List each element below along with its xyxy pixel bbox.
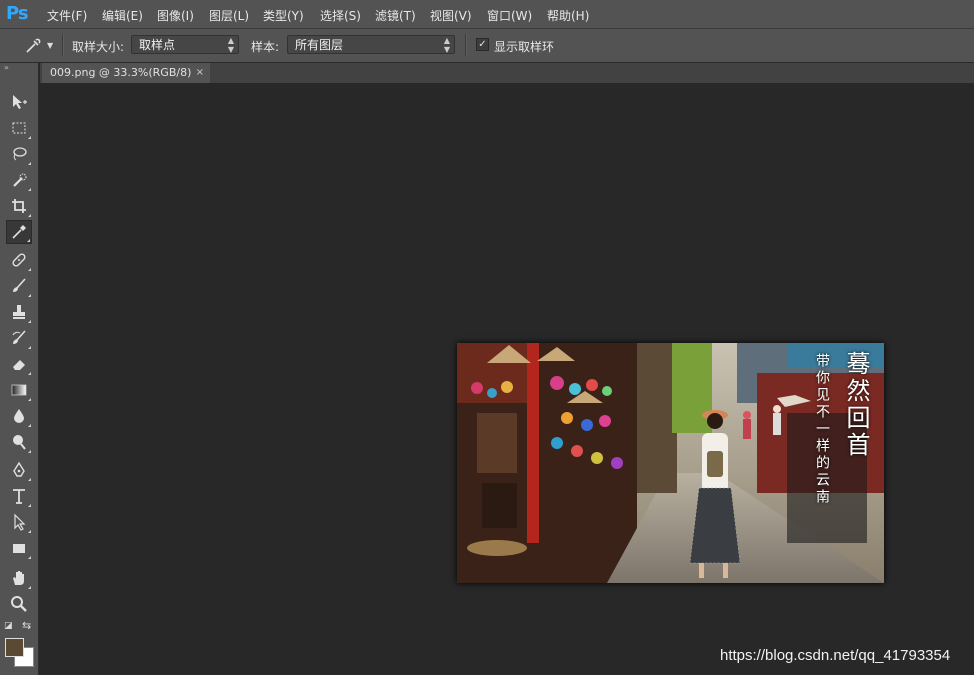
hand-icon xyxy=(13,571,24,585)
close-icon[interactable]: × xyxy=(196,63,204,83)
divider xyxy=(62,34,64,56)
eyedropper-tool[interactable] xyxy=(6,220,32,244)
menu-edit[interactable]: 编辑(E) xyxy=(102,7,143,24)
quick-selection-icon xyxy=(13,173,27,187)
pen-tool[interactable] xyxy=(6,458,32,482)
document-tab-bar: 009.png @ 33.3%(RGB/8) × xyxy=(40,63,974,83)
path-selection-icon xyxy=(14,513,26,531)
pen-icon xyxy=(13,461,25,477)
stamp-icon xyxy=(13,305,25,319)
select-arrows-icon: ▲ ▼ xyxy=(227,36,234,54)
document-tab[interactable]: 009.png @ 33.3%(RGB/8) × xyxy=(42,63,210,83)
menu-image[interactable]: 图像(I) xyxy=(157,7,194,24)
move-icon xyxy=(13,95,27,109)
rectangle-tool[interactable] xyxy=(6,536,32,560)
photoshop-logo: Ps xyxy=(6,3,29,24)
chevron-down-icon[interactable]: ▼ xyxy=(47,41,53,50)
panel-collapse-icon[interactable]: » xyxy=(4,63,9,72)
divider xyxy=(465,34,467,56)
bandage-icon xyxy=(12,253,26,267)
watermark-url: https://blog.csdn.net/qq_41793354 xyxy=(720,647,951,664)
crop-icon xyxy=(12,199,26,213)
history-brush-icon xyxy=(12,330,26,344)
default-colors-icon[interactable]: ◪ xyxy=(4,621,13,631)
gradient-tool[interactable] xyxy=(6,378,32,402)
select-arrows-icon: ▲ ▼ xyxy=(443,36,450,54)
move-tool[interactable] xyxy=(6,90,32,114)
hand-tool[interactable] xyxy=(6,566,32,590)
sample-size-select[interactable]: 取样点 ▲ ▼ xyxy=(131,35,239,54)
sample-label: 样本: xyxy=(251,40,280,54)
menu-filter[interactable]: 滤镜(T) xyxy=(375,7,416,24)
eraser-tool[interactable] xyxy=(6,352,32,376)
dodge-tool[interactable] xyxy=(6,430,32,454)
menu-file[interactable]: 文件(F) xyxy=(47,7,87,24)
rectangular-marquee-icon xyxy=(12,122,26,134)
eyedropper-tool-preset-icon[interactable] xyxy=(24,37,42,55)
type-tool[interactable] xyxy=(6,484,32,508)
quick-selection-tool[interactable] xyxy=(6,168,32,192)
photo-title-text: 蓦然回首 xyxy=(842,351,870,459)
marquee-tool[interactable] xyxy=(6,116,32,140)
rectangle-icon xyxy=(13,544,25,553)
history-brush-tool[interactable] xyxy=(6,326,32,350)
menu-bar: Ps 文件(F) 编辑(E) 图像(I) 图层(L) 类型(Y) 选择(S) 滤… xyxy=(0,0,974,29)
eraser-icon xyxy=(13,360,25,370)
lasso-tool[interactable] xyxy=(6,142,32,166)
photo-subtitle-text: 带你见不一样的云南 xyxy=(814,353,830,506)
blur-tool[interactable] xyxy=(6,404,32,428)
tools-panel: » ◪ ⇆ xyxy=(0,63,39,675)
clone-stamp-tool[interactable] xyxy=(6,300,32,324)
foreground-color-swatch[interactable] xyxy=(5,638,24,657)
dodge-icon xyxy=(13,435,26,450)
eyedropper-icon xyxy=(12,225,26,239)
sample-size-value: 取样点 xyxy=(139,38,176,52)
sample-size-label: 取样大小: xyxy=(72,40,125,54)
document-canvas-image[interactable]: 蓦然回首 带你见不一样的云南 xyxy=(457,343,884,583)
show-sampling-ring-label: 显示取样环 xyxy=(494,40,555,54)
sample-select[interactable]: 所有图层 ▲ ▼ xyxy=(287,35,455,54)
menu-layer[interactable]: 图层(L) xyxy=(209,7,249,24)
lasso-icon xyxy=(13,147,27,161)
path-selection-tool[interactable] xyxy=(6,510,32,534)
show-sampling-ring-checkbox[interactable]: ✓ xyxy=(476,38,489,51)
gradient-icon xyxy=(11,384,27,396)
menu-type[interactable]: 类型(Y) xyxy=(263,7,304,24)
drop-icon xyxy=(14,409,24,423)
brush-icon xyxy=(13,278,26,292)
brush-tool[interactable] xyxy=(6,274,32,298)
menu-help[interactable]: 帮助(H) xyxy=(547,7,589,24)
crop-tool[interactable] xyxy=(6,194,32,218)
menu-select[interactable]: 选择(S) xyxy=(320,7,361,24)
menu-view[interactable]: 视图(V) xyxy=(430,7,472,24)
type-icon xyxy=(13,489,25,504)
swap-colors-icon[interactable]: ⇆ xyxy=(22,619,31,632)
sample-value: 所有图层 xyxy=(295,38,344,52)
zoom-tool[interactable] xyxy=(6,592,32,616)
healing-brush-tool[interactable] xyxy=(6,248,32,272)
document-tab-title: 009.png @ 33.3%(RGB/8) xyxy=(50,66,192,79)
menu-window[interactable]: 窗口(W) xyxy=(487,7,532,24)
zoom-icon xyxy=(11,596,27,612)
